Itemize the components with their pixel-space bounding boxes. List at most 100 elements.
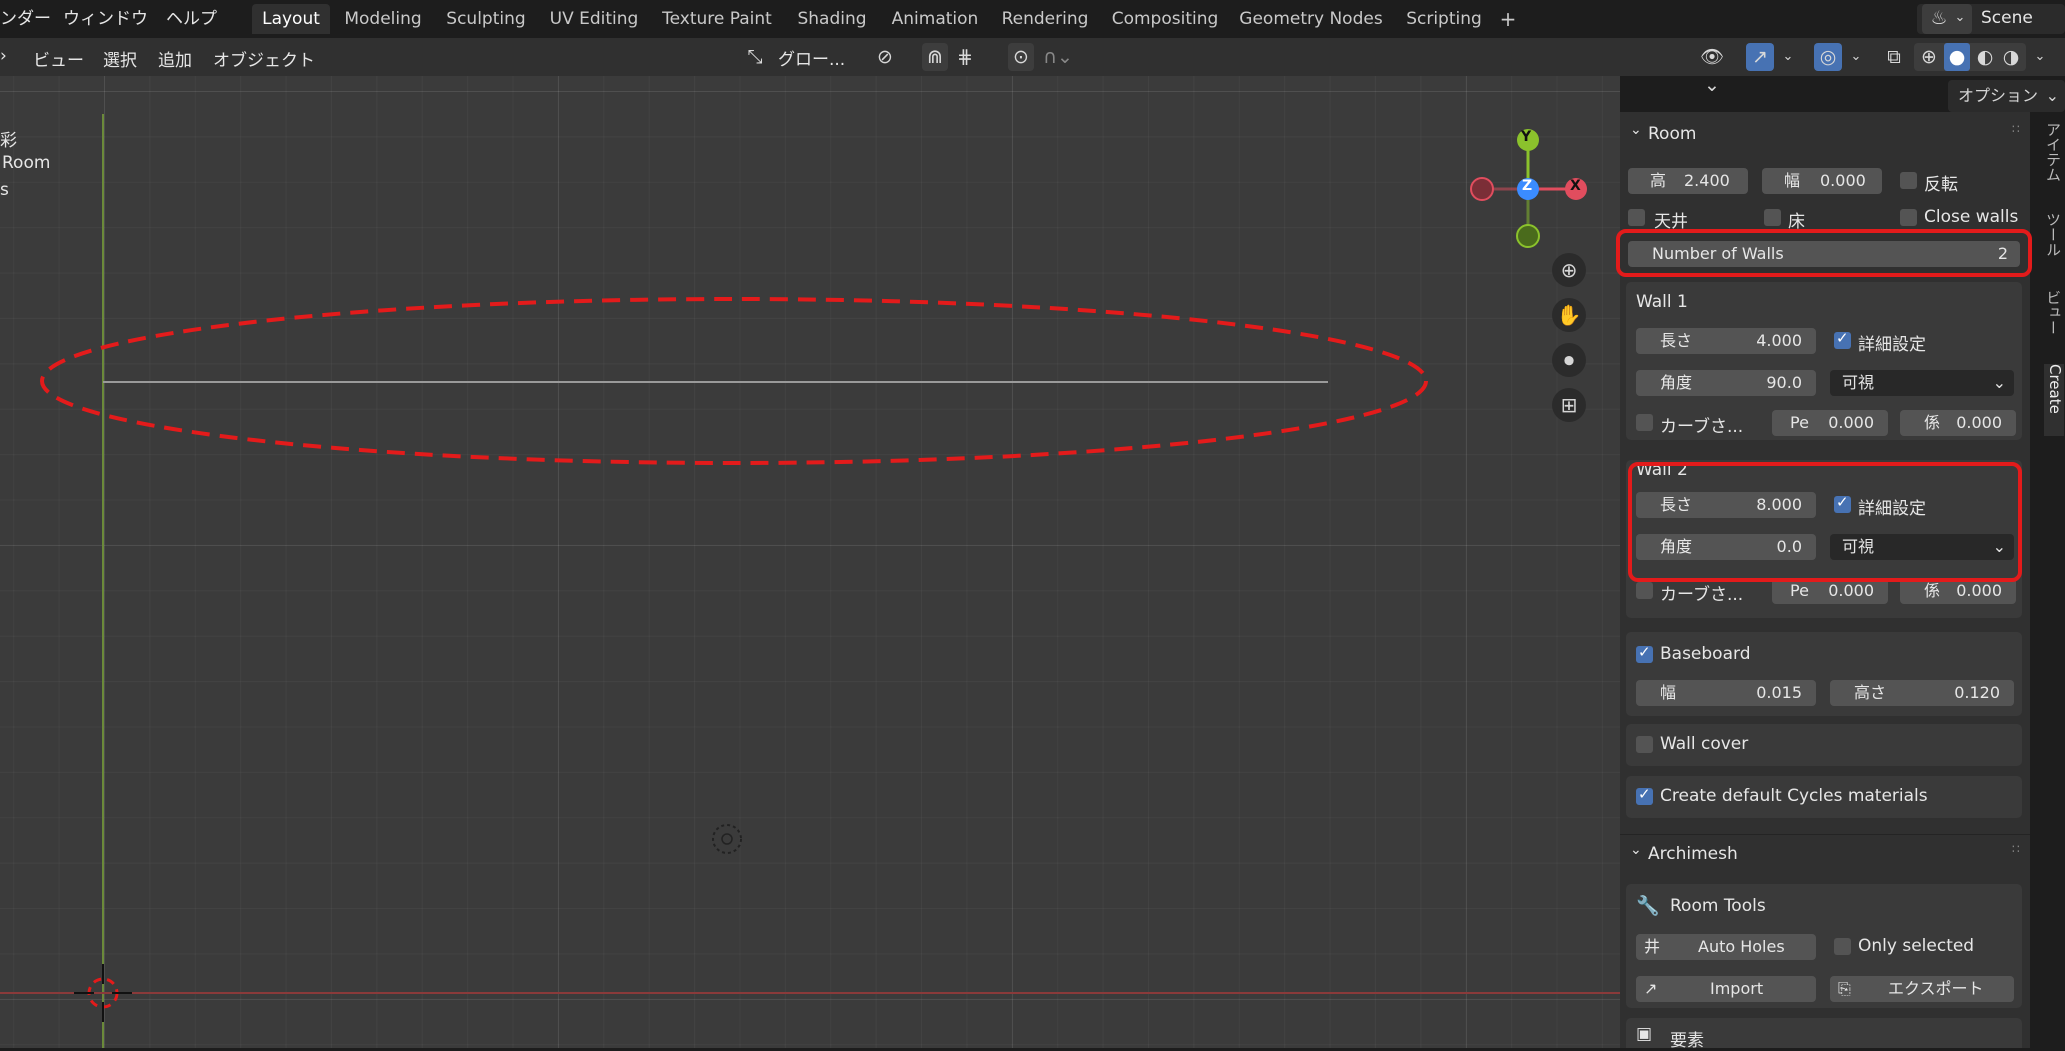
tab-item[interactable]: アイテム [2044, 122, 2064, 204]
tab-uv-editing[interactable]: UV Editing [546, 4, 642, 34]
rendered-icon[interactable]: ◑ [1998, 43, 2024, 71]
wall2-highlight-box [1628, 462, 2022, 582]
tab-compositing[interactable]: Compositing [1106, 4, 1224, 34]
height-field[interactable]: 高 2.400 [1628, 168, 1748, 194]
material-preview-icon[interactable]: ◐ [1972, 43, 1998, 71]
tab-geometry-nodes[interactable]: Geometry Nodes [1238, 4, 1384, 34]
zoom-icon[interactable]: ⊕ [1552, 253, 1586, 287]
chevron-down-icon: ⌄ [2045, 86, 2059, 105]
auto-holes-label: Auto Holes [1698, 937, 1785, 956]
pivot-dropdown[interactable]: ⊘ [872, 43, 912, 71]
snap-target-dropdown[interactable]: ⋕ [952, 43, 996, 71]
height-value: 2.400 [1684, 171, 1730, 190]
gizmo-x-label[interactable]: X [1570, 178, 1581, 194]
floor-checkbox[interactable] [1764, 209, 1781, 226]
collapse-chevron-icon[interactable]: ⌄ [1630, 842, 1642, 858]
cycles-materials-checkbox[interactable] [1636, 785, 1653, 805]
wireframe-icon[interactable]: ⊕ [1916, 43, 1942, 71]
only-selected-checkbox[interactable] [1834, 938, 1851, 955]
gizmo-icon: ↗ [1752, 46, 1768, 68]
grid-icon[interactable]: ⊞ [1552, 388, 1586, 422]
width-field[interactable]: 幅 0.000 [1762, 168, 1882, 194]
invert-checkbox[interactable] [1900, 172, 1917, 189]
elements-label[interactable]: 要素 [1670, 1026, 1704, 1051]
room-panel-title[interactable]: Room [1648, 124, 1696, 144]
wall1-length-field[interactable]: 長さ 4.000 [1636, 328, 1816, 354]
wall-cover-checkbox[interactable] [1636, 736, 1653, 753]
menu-window[interactable]: ウィンドウ [63, 5, 148, 33]
tab-scripting[interactable]: Scripting [1398, 4, 1490, 34]
menu-object[interactable]: オブジェクト [213, 46, 315, 71]
gizmo-toggle[interactable]: ↗ [1746, 43, 1774, 71]
collapse-icon[interactable]: › [0, 46, 7, 66]
gizmo-z-label[interactable]: Z [1522, 178, 1532, 194]
tab-tool[interactable]: ツール [2044, 212, 2064, 276]
wall1-angle-label: 角度 [1660, 373, 1693, 392]
wall1-angle-value: 90.0 [1766, 373, 1802, 392]
room-tools-label: Room Tools [1670, 896, 1766, 916]
archimesh-panel-title[interactable]: Archimesh [1648, 844, 1738, 864]
wall1-advanced-label: 詳細設定 [1858, 335, 1926, 355]
wall1-curve-checkbox[interactable] [1636, 414, 1653, 431]
tab-sculpting[interactable]: Sculpting [440, 4, 532, 34]
shading-dropdown-chevron[interactable]: ⌄ [2030, 43, 2050, 71]
proportional-edit-toggle[interactable]: ⊙ [1008, 43, 1034, 71]
close-walls-checkbox[interactable] [1900, 209, 1917, 226]
import-button[interactable]: ↗ Import [1636, 976, 1816, 1002]
gizmo-y-label[interactable]: Y [1521, 129, 1531, 145]
camera-icon[interactable]: ⏺ [1552, 343, 1586, 377]
menu-help[interactable]: ヘルプ [166, 5, 217, 33]
tab-layout[interactable]: Layout [252, 4, 330, 34]
tab-rendering[interactable]: Rendering [998, 4, 1092, 34]
visibility-icon[interactable]: 👁⌄ [1692, 43, 1732, 99]
height-label: 高 [1650, 171, 1667, 190]
wall2-curve-checkbox[interactable] [1636, 582, 1653, 599]
gizmo-dropdown-chevron[interactable]: ⌄ [1778, 43, 1798, 71]
options-dropdown[interactable]: オプション ⌄ [1948, 80, 2065, 112]
invert-label: 反転 [1924, 175, 1958, 195]
width-label: 幅 [1784, 171, 1801, 190]
add-workspace-button[interactable]: + [1496, 4, 1520, 34]
overlay-toggle[interactable]: ◎ [1814, 43, 1842, 71]
scene-browse-button[interactable]: ♨ ⌄ [1922, 4, 1972, 34]
wall1-coef-field[interactable]: 係 0.000 [1900, 410, 2016, 436]
menu-add[interactable]: 追加 [158, 46, 192, 71]
3d-viewport[interactable]: 彩 Room s Y X Z ⊕ ✋ ⏺ ⊞ [0, 76, 1620, 1048]
wall1-visibility-dropdown[interactable]: 可視 ⌄ [1830, 370, 2014, 396]
hand-icon[interactable]: ✋ [1552, 298, 1586, 332]
tab-texture-paint[interactable]: Texture Paint [656, 4, 778, 34]
baseboard-checkbox[interactable] [1636, 643, 1653, 663]
drag-handle-icon[interactable]: ∷ [2012, 842, 2020, 856]
tab-shading[interactable]: Shading [790, 4, 874, 34]
menu-select[interactable]: 選択 [103, 46, 137, 71]
baseboard-width-field[interactable]: 幅 0.015 [1636, 680, 1816, 706]
solid-shading-icon[interactable]: ● [1944, 43, 1970, 71]
xray-icon[interactable]: ⧉ [1880, 43, 1908, 71]
tab-view[interactable]: ビュー [2044, 290, 2064, 354]
menu-view[interactable]: ビュー [33, 46, 84, 71]
baseboard-height-field[interactable]: 高さ 0.120 [1830, 680, 2014, 706]
export-button[interactable]: ⎘ エクスポート [1830, 976, 2014, 1002]
wall1-coef-value: 0.000 [1956, 413, 2002, 432]
falloff-icon[interactable]: ∩⌄ [1038, 43, 1078, 71]
wall1-angle-field[interactable]: 角度 90.0 [1636, 370, 1816, 396]
wall-cover-label: Wall cover [1660, 734, 1749, 754]
wall1-advanced-checkbox[interactable] [1834, 329, 1851, 349]
magnet-icon: ⋒ [927, 46, 943, 68]
tab-animation[interactable]: Animation [886, 4, 984, 34]
elements-icon: ▣ [1636, 1024, 1653, 1044]
drag-handle-icon[interactable]: ∷ [2012, 122, 2020, 136]
ceiling-checkbox[interactable] [1628, 209, 1645, 226]
wall1-pe-field[interactable]: Pe 0.000 [1772, 410, 1888, 436]
snap-toggle[interactable]: ⋒ [922, 43, 948, 71]
viewport-header: › ビュー 選択 追加 オブジェクト ⤡ グロー... ⊘ ⋒ ⋕ ⊙ ∩⌄ 👁… [0, 38, 2065, 96]
auto-holes-button[interactable]: 井 Auto Holes [1636, 934, 1816, 960]
baseboard-height-value: 0.120 [1954, 683, 2000, 702]
transform-orientation-dropdown[interactable]: ⤡ グロー... [742, 43, 858, 71]
menu-render[interactable]: ンダー [0, 5, 51, 33]
tab-modeling[interactable]: Modeling [340, 4, 426, 34]
overlay-dropdown-chevron[interactable]: ⌄ [1846, 43, 1866, 71]
proportional-icon: ⊙ [1013, 46, 1029, 68]
collapse-chevron-icon[interactable]: ⌄ [1630, 122, 1642, 138]
tab-create[interactable]: Create [2044, 364, 2064, 436]
